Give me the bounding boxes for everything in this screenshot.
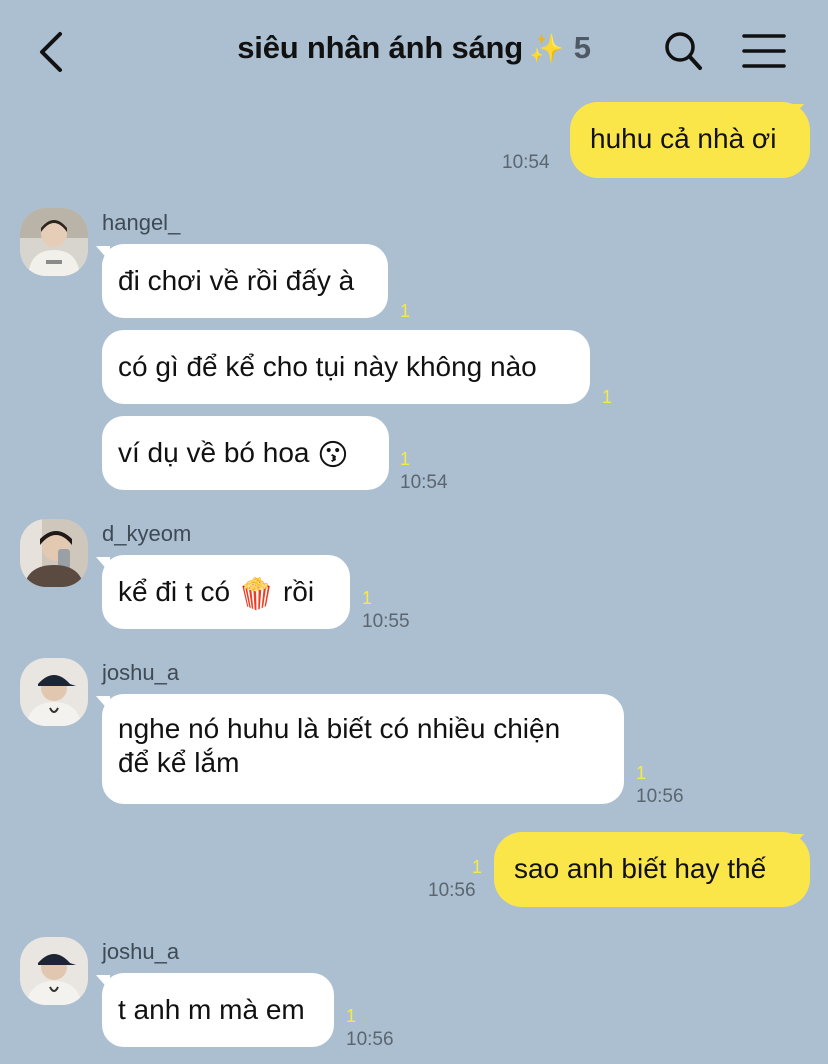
avatar[interactable] — [20, 937, 88, 1005]
profile-photo-icon — [20, 208, 88, 276]
message-text: t anh m mà em — [118, 994, 305, 1025]
sender-name: joshu_a — [102, 660, 180, 685]
message-bubble[interactable]: sao anh biết hay thế — [494, 832, 810, 907]
popcorn-emoji: 🍿 — [237, 578, 276, 611]
message-time: 10:55 — [362, 611, 410, 632]
hamburger-menu-icon — [742, 34, 786, 68]
sender-name: hangel_ — [102, 210, 181, 235]
sender-name: joshu_a — [102, 939, 180, 964]
sender-name: d_kyeom — [102, 521, 192, 546]
message-text: rồi — [282, 576, 315, 607]
message-text: kể đi t có — [118, 576, 231, 607]
message-text-line: nghe nó huhu là biết có nhiều chiện — [118, 713, 561, 744]
avatar[interactable] — [20, 658, 88, 726]
profile-photo-icon — [20, 658, 88, 726]
message-text: huhu cả nhà ơi — [590, 123, 777, 154]
member-count: 5 — [573, 30, 591, 65]
message-bubble[interactable]: đi chơi về rồi đấy à — [102, 244, 388, 318]
chat-name: siêu nhân ánh sáng — [237, 30, 524, 65]
profile-photo-icon — [20, 519, 88, 587]
avatar[interactable] — [20, 519, 88, 587]
unread-count: 1 — [602, 387, 613, 407]
profile-photo-icon — [20, 937, 88, 1005]
back-button[interactable] — [30, 28, 74, 76]
message-bubble[interactable]: t anh m mà em — [102, 973, 334, 1047]
unread-count: 1 — [400, 301, 411, 321]
message-text: ví dụ về bó hoa — [118, 437, 310, 468]
message-bubble[interactable]: nghe nó huhu là biết có nhiều chiện để k… — [102, 694, 624, 804]
avatar[interactable] — [20, 208, 88, 276]
message-text-line: để kể lắm — [118, 747, 240, 778]
sparkle-emoji: ✨ — [529, 33, 564, 64]
chevron-left-icon — [40, 32, 62, 72]
search-icon — [665, 32, 702, 70]
message-bubble[interactable]: có gì để kể cho tụi này không nào — [102, 330, 590, 404]
unread-count: 1 — [362, 588, 373, 608]
message-text: có gì để kể cho tụi này không nào — [118, 351, 537, 382]
unread-count: 1 — [400, 449, 411, 469]
message-bubble[interactable]: huhu cả nhà ơi — [570, 102, 810, 178]
menu-button[interactable] — [740, 30, 788, 72]
message-time: 10:56 — [636, 786, 684, 807]
unread-count: 1 — [346, 1006, 357, 1026]
message-time: 10:56 — [346, 1029, 394, 1050]
message-time: 10:56 — [428, 880, 476, 901]
message-text: đi chơi về rồi đấy à — [118, 265, 355, 296]
unread-count: 1 — [472, 857, 483, 877]
unread-count: 1 — [636, 763, 647, 783]
message-bubble[interactable]: ví dụ về bó hoa 😗 — [102, 416, 389, 490]
search-button[interactable] — [660, 28, 706, 74]
message-bubble[interactable]: kể đi t có 🍿 rồi — [102, 555, 350, 629]
message-time: 10:54 — [400, 472, 448, 493]
chat-header: siêu nhân ánh sáng ✨ 5 — [0, 0, 828, 100]
message-text: sao anh biết hay thế — [514, 853, 767, 884]
message-time: 10:54 — [502, 152, 550, 173]
kissing-face-emoji: 😗 — [317, 439, 349, 472]
